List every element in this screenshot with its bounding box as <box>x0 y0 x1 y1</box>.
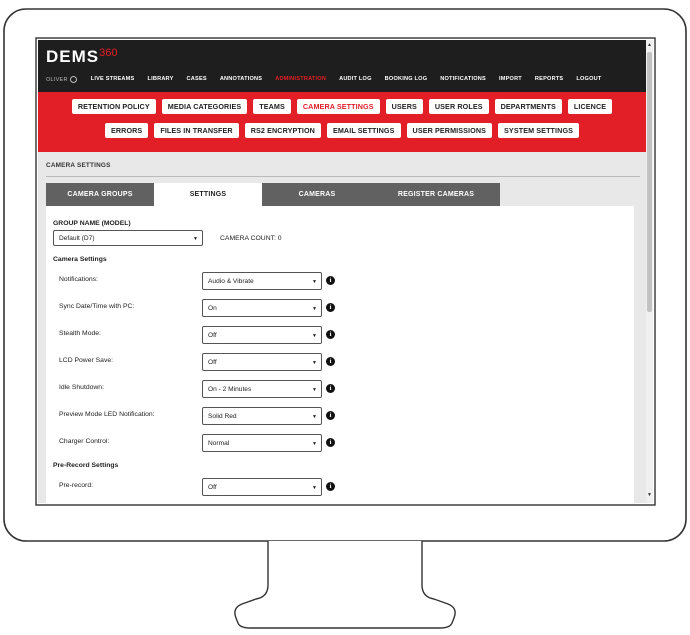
info-icon[interactable]: i <box>326 330 335 339</box>
chevron-down-icon: ▼ <box>312 414 317 420</box>
info-icon[interactable]: i <box>326 357 335 366</box>
info-icon[interactable]: i <box>326 482 335 491</box>
admin-menu-row-1: RETENTION POLICY MEDIA CATEGORIES TEAMS CAM… <box>38 99 646 114</box>
admin-button-media-categories[interactable]: MEDIA CATEGORIES <box>161 99 248 114</box>
app-logo[interactable]: DEMS360 <box>46 47 117 67</box>
scroll-up-icon[interactable]: ▲ <box>647 42 652 48</box>
nav-item-cases[interactable]: CASES <box>187 76 207 82</box>
main-nav: OLIVER LIVE STREAMS LIBRARY CASES ANNOTATIO… <box>46 72 642 86</box>
group-name-value: Default (D7) <box>59 235 95 242</box>
setting-value: On - 2 Minutes <box>208 386 252 393</box>
setting-select-lcd-power-save[interactable]: Off ▼ <box>202 353 322 371</box>
setting-value: Normal <box>208 440 230 447</box>
setting-select-pre-record[interactable]: Off ▼ <box>202 478 322 496</box>
chevron-down-icon: ▼ <box>312 387 317 393</box>
info-icon[interactable]: i <box>326 384 335 393</box>
admin-button-rs2-encryption[interactable]: RS2 ENCRYPTION <box>244 123 321 138</box>
setting-label-stealth-mode: Stealth Mode: <box>59 330 101 337</box>
nav-item-notifications[interactable]: NOTIFICATIONS <box>440 76 486 82</box>
setting-select-idle-shutdown[interactable]: On - 2 Minutes ▼ <box>202 380 322 398</box>
chevron-down-icon: ▼ <box>312 306 317 312</box>
app-screen: DEMS360 OLIVER LIVE STREAMS LIBRARY CASES A… <box>38 40 653 503</box>
admin-button-teams[interactable]: TEAMS <box>253 99 291 114</box>
admin-button-system-settings[interactable]: SYSTEM SETTINGS <box>498 123 580 138</box>
group-name-select[interactable]: Default (D7) ▼ <box>53 230 203 246</box>
nav-item-administration[interactable]: ADMINISTRATION <box>275 76 326 82</box>
chevron-down-icon: ▼ <box>312 441 317 447</box>
logo-text: DEMS <box>46 47 100 66</box>
admin-button-user-permissions[interactable]: USER PERMISSIONS <box>406 123 493 138</box>
setting-select-sync-date-time-with-pc[interactable]: On ▼ <box>202 299 322 317</box>
setting-select-preview-mode-led-notification[interactable]: Solid Red ▼ <box>202 407 322 425</box>
tab-camera-groups[interactable]: CAMERA GROUPS <box>46 183 154 206</box>
gear-icon[interactable] <box>69 75 77 83</box>
chevron-down-icon: ▼ <box>312 333 317 339</box>
setting-label-sync-date-time-with-pc: Sync Date/Time with PC: <box>59 303 135 310</box>
scroll-down-icon[interactable]: ▼ <box>647 492 652 498</box>
top-navigation-bar: DEMS360 OLIVER LIVE STREAMS LIBRARY CASES A… <box>38 40 646 92</box>
camera-settings-heading: Camera Settings <box>53 256 107 263</box>
info-icon[interactable]: i <box>326 276 335 285</box>
logo-superscript: 360 <box>99 47 118 59</box>
admin-button-licence[interactable]: LICENCE <box>567 99 613 114</box>
group-name-label: GROUP NAME (MODEL) <box>53 220 131 227</box>
chevron-down-icon: ▼ <box>312 485 317 491</box>
nav-item-logout[interactable]: LOGOUT <box>576 76 601 82</box>
admin-menu-bar: RETENTION POLICY MEDIA CATEGORIES TEAMS CAM… <box>38 92 646 152</box>
admin-button-users[interactable]: USERS <box>385 99 423 114</box>
setting-value: Audio & Vibrate <box>208 278 254 285</box>
camera-settings-section: CAMERA SETTINGS CAMERA GROUPS SETTINGS CAM… <box>38 152 646 503</box>
nav-item-reports[interactable]: REPORTS <box>535 76 563 82</box>
info-icon[interactable]: i <box>326 303 335 312</box>
prerecord-settings-heading: Pre-Record Settings <box>53 462 119 469</box>
setting-label-notifications: Notifications: <box>59 276 98 283</box>
admin-button-camera-settings[interactable]: CAMERA SETTINGS <box>296 99 380 114</box>
setting-select-stealth-mode[interactable]: Off ▼ <box>202 326 322 344</box>
admin-button-departments[interactable]: DEPARTMENTS <box>494 99 562 114</box>
admin-button-retention-policy[interactable]: RETENTION POLICY <box>71 99 156 114</box>
info-icon[interactable]: i <box>326 438 335 447</box>
setting-label-charger-control: Charger Control: <box>59 438 110 445</box>
nav-item-audit-log[interactable]: AUDIT LOG <box>339 76 372 82</box>
settings-panel: GROUP NAME (MODEL) Default (D7) ▼ CAMERA… <box>46 206 634 503</box>
setting-value: On <box>208 305 217 312</box>
admin-button-errors[interactable]: ERRORS <box>104 123 149 138</box>
user-name: OLIVER <box>46 76 68 83</box>
nav-item-live-streams[interactable]: LIVE STREAMS <box>91 76 135 82</box>
tab-bar: CAMERA GROUPS SETTINGS CAMERAS REGISTER CAM… <box>46 183 500 206</box>
tab-cameras[interactable]: CAMERAS <box>262 183 372 206</box>
setting-value: Off <box>208 332 217 339</box>
setting-label-preview-mode-led-notification: Preview Mode LED Notification: <box>59 411 155 418</box>
section-title: CAMERA SETTINGS <box>46 162 111 169</box>
admin-menu-row-2: ERRORS FILES IN TRANSFER RS2 ENCRYPTION EMA… <box>38 123 646 138</box>
admin-button-user-roles[interactable]: USER ROLES <box>428 99 489 114</box>
user-menu[interactable]: OLIVER <box>46 75 77 83</box>
chevron-down-icon: ▼ <box>193 236 198 242</box>
info-icon[interactable]: i <box>326 411 335 420</box>
setting-value: Solid Red <box>208 413 237 420</box>
scrollbar-thumb[interactable] <box>647 52 652 312</box>
tab-settings[interactable]: SETTINGS <box>154 183 262 206</box>
setting-label-idle-shutdown: Idle Shutdown: <box>59 384 104 391</box>
setting-value: Off <box>208 484 217 491</box>
nav-item-annotations[interactable]: ANNOTATIONS <box>220 76 262 82</box>
chevron-down-icon: ▼ <box>312 279 317 285</box>
admin-button-files-in-transfer[interactable]: FILES IN TRANSFER <box>154 123 239 138</box>
vertical-scrollbar[interactable]: ▲ ▼ <box>646 40 653 503</box>
tab-register-cameras[interactable]: REGISTER CAMERAS <box>372 183 500 206</box>
camera-count: CAMERA COUNT: 0 <box>220 235 282 242</box>
nav-item-import[interactable]: IMPORT <box>499 76 522 82</box>
admin-button-email-settings[interactable]: EMAIL SETTINGS <box>326 123 401 138</box>
setting-select-notifications[interactable]: Audio & Vibrate ▼ <box>202 272 322 290</box>
setting-value: Off <box>208 359 217 366</box>
nav-item-library[interactable]: LIBRARY <box>147 76 173 82</box>
setting-label-lcd-power-save: LCD Power Save: <box>59 357 114 364</box>
setting-label-pre-record: Pre-record: <box>59 482 93 489</box>
section-divider <box>46 176 640 177</box>
chevron-down-icon: ▼ <box>312 360 317 366</box>
nav-item-booking-log[interactable]: BOOKING LOG <box>385 76 428 82</box>
setting-select-charger-control[interactable]: Normal ▼ <box>202 434 322 452</box>
